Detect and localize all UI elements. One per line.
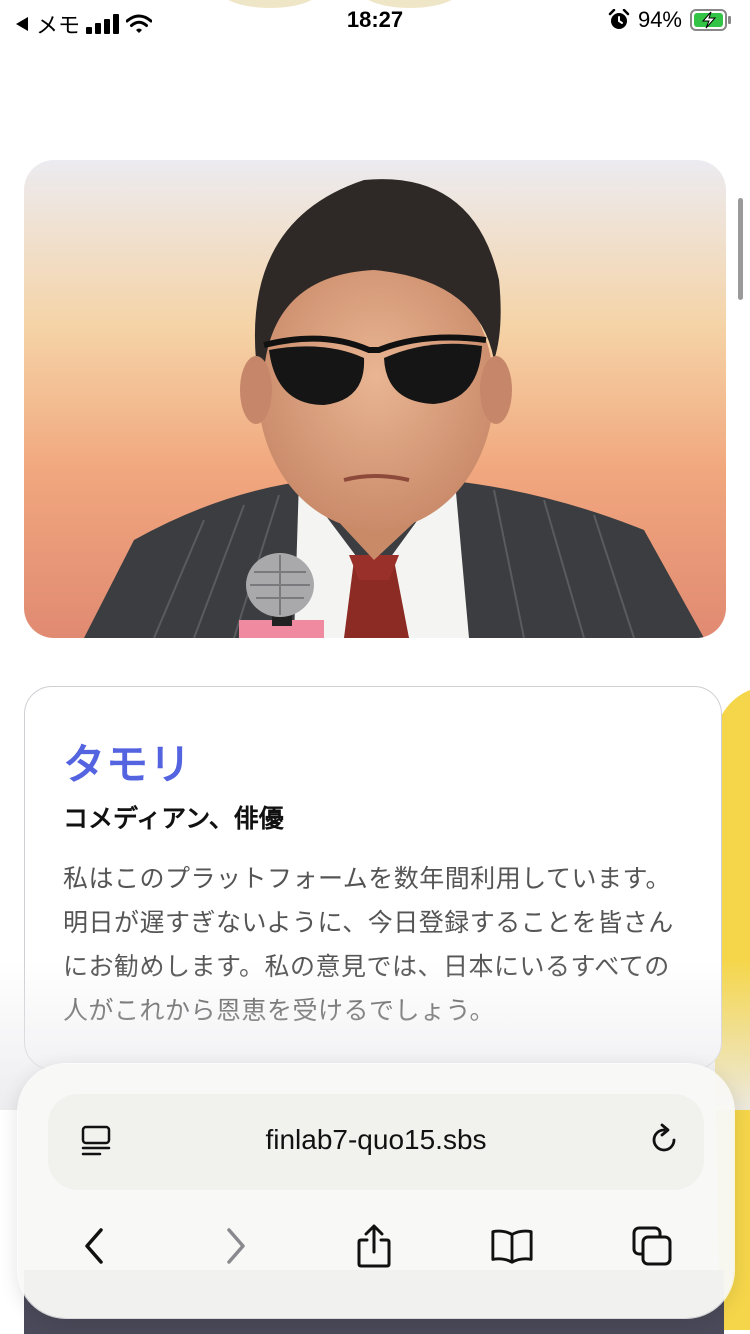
browser-nav-row bbox=[18, 1214, 734, 1274]
share-button[interactable] bbox=[352, 1224, 396, 1268]
reload-icon[interactable] bbox=[646, 1122, 682, 1158]
forward-chevron-icon bbox=[227, 1228, 245, 1264]
person-name: タモリ bbox=[63, 740, 193, 789]
address-bar[interactable]: finlab7-quo15.sbs bbox=[48, 1094, 704, 1190]
alarm-icon bbox=[608, 9, 630, 29]
status-bar: メモ 18:27 94% bbox=[0, 0, 750, 40]
bookmarks-icon bbox=[491, 1229, 533, 1264]
battery-percent: 94% bbox=[637, 7, 682, 32]
url-text[interactable]: finlab7-quo15.sbs bbox=[48, 1124, 704, 1156]
back-chevron-icon bbox=[85, 1228, 103, 1264]
battery-charging-icon bbox=[690, 9, 731, 31]
browser-toolbar: finlab7-quo15.sbs bbox=[18, 1064, 734, 1318]
person-role: コメディアン、俳優 bbox=[63, 804, 284, 833]
forward-button[interactable] bbox=[214, 1224, 258, 1268]
back-button[interactable] bbox=[72, 1224, 116, 1268]
portrait-photo bbox=[24, 160, 726, 638]
share-icon bbox=[357, 1224, 391, 1268]
tabs-icon bbox=[632, 1226, 672, 1266]
bookmarks-button[interactable] bbox=[490, 1224, 534, 1268]
page-scrollbar[interactable] bbox=[738, 198, 743, 300]
tabs-button[interactable] bbox=[630, 1224, 674, 1268]
